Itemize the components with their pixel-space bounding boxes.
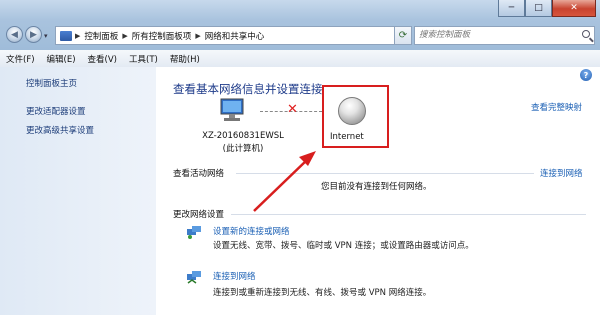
annotation-arrow xyxy=(253,151,316,212)
